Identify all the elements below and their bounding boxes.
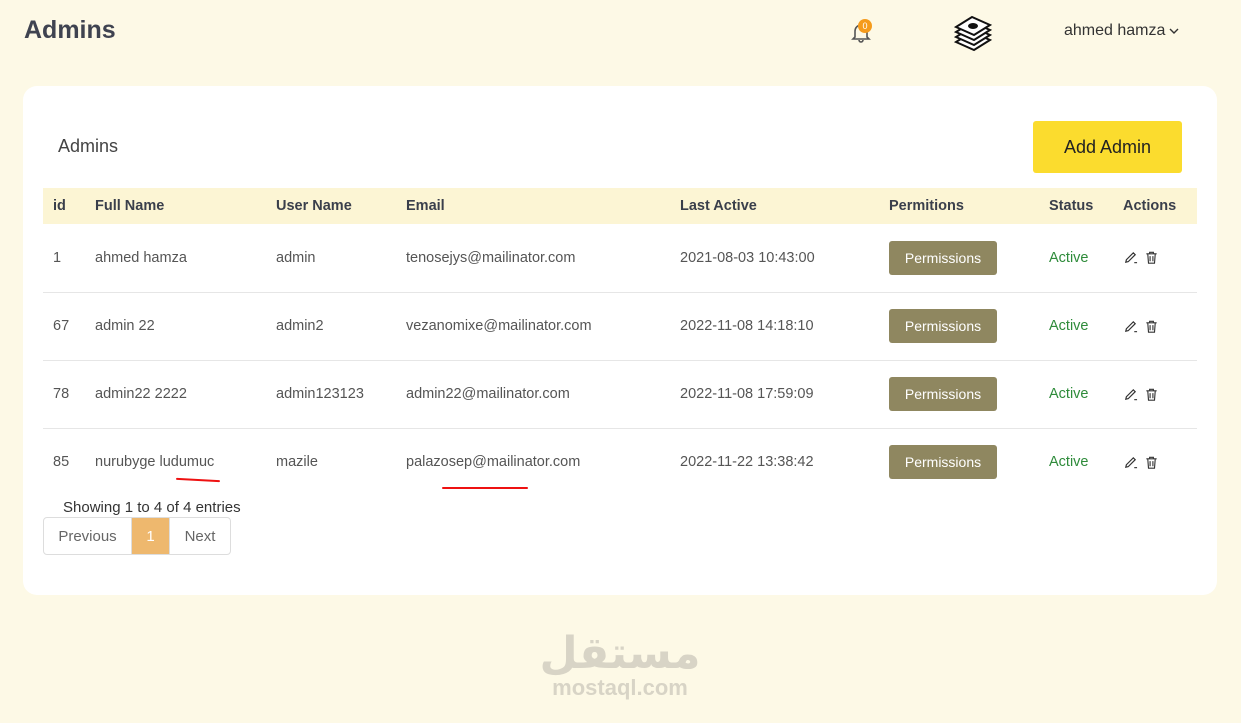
cell-id: 67	[53, 318, 70, 334]
column-header-actions: Actions	[1123, 198, 1177, 214]
notification-badge: 0	[858, 19, 872, 33]
column-header-last-active[interactable]: Last Active	[670, 188, 879, 224]
edit-icon[interactable]	[1123, 455, 1138, 470]
watermark: مستقل mostaql.com	[520, 632, 720, 700]
column-header-full-name[interactable]: Full Name	[85, 188, 266, 224]
cell-permissions: Permissions	[879, 360, 1039, 428]
pagination-info: Showing 1 to 4 of 4 entries	[63, 499, 241, 516]
cell-actions	[1113, 292, 1197, 360]
cell-user-name: admin123123	[276, 386, 364, 402]
status-badge: Active	[1049, 249, 1089, 266]
status-badge: Active	[1049, 318, 1089, 334]
cell-actions	[1113, 224, 1197, 292]
user-menu[interactable]: ahmed hamza	[1064, 22, 1179, 40]
delete-icon[interactable]	[1144, 319, 1159, 334]
cell-id: 78	[53, 386, 70, 402]
watermark-arabic: مستقل	[539, 628, 701, 679]
table-header-row: id Full Name User Name Email Last Active…	[43, 188, 1197, 224]
permissions-button[interactable]: Permissions	[889, 377, 997, 411]
edit-icon[interactable]	[1123, 319, 1138, 334]
edit-icon[interactable]	[1123, 250, 1138, 265]
delete-icon[interactable]	[1144, 455, 1159, 470]
delete-icon[interactable]	[1144, 250, 1159, 265]
admins-table: id Full Name User Name Email Last Active…	[43, 188, 1197, 496]
cell-permissions: Permissions	[879, 292, 1039, 360]
column-header-email[interactable]: Email	[396, 188, 670, 224]
delete-icon[interactable]	[1144, 387, 1159, 402]
table-row: 1 ahmed hamza admin tenosejys@mailinator…	[43, 224, 1197, 292]
previous-page-button[interactable]: Previous	[44, 518, 132, 554]
status-badge: Active	[1049, 454, 1089, 471]
pagination: Previous 1 Next	[43, 517, 231, 555]
watermark-latin: mostaql.com	[552, 675, 688, 700]
page-1-button[interactable]: 1	[132, 518, 169, 554]
cell-actions	[1113, 428, 1197, 496]
page-title: Admins	[24, 16, 116, 44]
cell-last-active: 2022-11-08 17:59:09	[680, 386, 814, 402]
permissions-button[interactable]: Permissions	[889, 445, 997, 480]
admins-card: Admins Add Admin id Full Name User Name …	[23, 86, 1217, 595]
cell-user-name: admin	[276, 249, 316, 266]
column-header-status[interactable]: Status	[1039, 188, 1113, 224]
red-underline-annotation	[442, 487, 528, 489]
column-header-permissions[interactable]: Permitions	[879, 188, 1039, 224]
edit-icon[interactable]	[1123, 387, 1138, 402]
cell-user-name: mazile	[276, 454, 318, 471]
column-header-user-name[interactable]: User Name	[266, 188, 396, 224]
cell-id: 85	[53, 454, 70, 471]
cell-full-name: admin22 2222	[95, 386, 187, 402]
cell-actions	[1113, 360, 1197, 428]
cell-full-name: ahmed hamza	[95, 249, 187, 266]
cell-last-active: 2021-08-03 10:43:00	[680, 249, 815, 266]
cell-permissions: Permissions	[879, 224, 1039, 292]
cell-full-name: admin 22	[95, 318, 155, 334]
add-admin-button[interactable]: Add Admin	[1033, 121, 1182, 173]
cell-email: tenosejys@mailinator.com	[406, 249, 576, 266]
permissions-button[interactable]: Permissions	[889, 309, 997, 343]
column-header-id[interactable]: id	[43, 188, 85, 224]
table-row: 78 admin22 2222 admin123123 admin22@mail…	[43, 360, 1197, 428]
cell-user-name: admin2	[276, 318, 324, 334]
card-title: Admins	[58, 136, 119, 156]
money-stack-icon[interactable]	[952, 12, 994, 54]
status-badge: Active	[1049, 386, 1089, 402]
permissions-button[interactable]: Permissions	[889, 240, 997, 275]
cell-last-active: 2022-11-22 13:38:42	[680, 454, 814, 471]
cell-last-active: 2022-11-08 14:18:10	[680, 318, 814, 334]
cell-full-name: nurubyge ludumuc	[95, 454, 215, 471]
cell-id: 1	[53, 249, 62, 266]
cell-email: admin22@mailinator.com	[406, 386, 570, 402]
table-row: 67 admin 22 admin2 vezanomixe@mailinator…	[43, 292, 1197, 360]
cell-email: palazosep@mailinator.com	[406, 454, 581, 471]
table-row: 85 nurubyge ludumuc mazile palazosep@mai…	[43, 428, 1197, 496]
cell-permissions: Permissions	[879, 428, 1039, 496]
cell-email: vezanomixe@mailinator.com	[406, 318, 592, 334]
chevron-down-icon	[1169, 28, 1179, 34]
user-name: ahmed hamza	[1064, 22, 1166, 39]
next-page-button[interactable]: Next	[169, 518, 230, 554]
